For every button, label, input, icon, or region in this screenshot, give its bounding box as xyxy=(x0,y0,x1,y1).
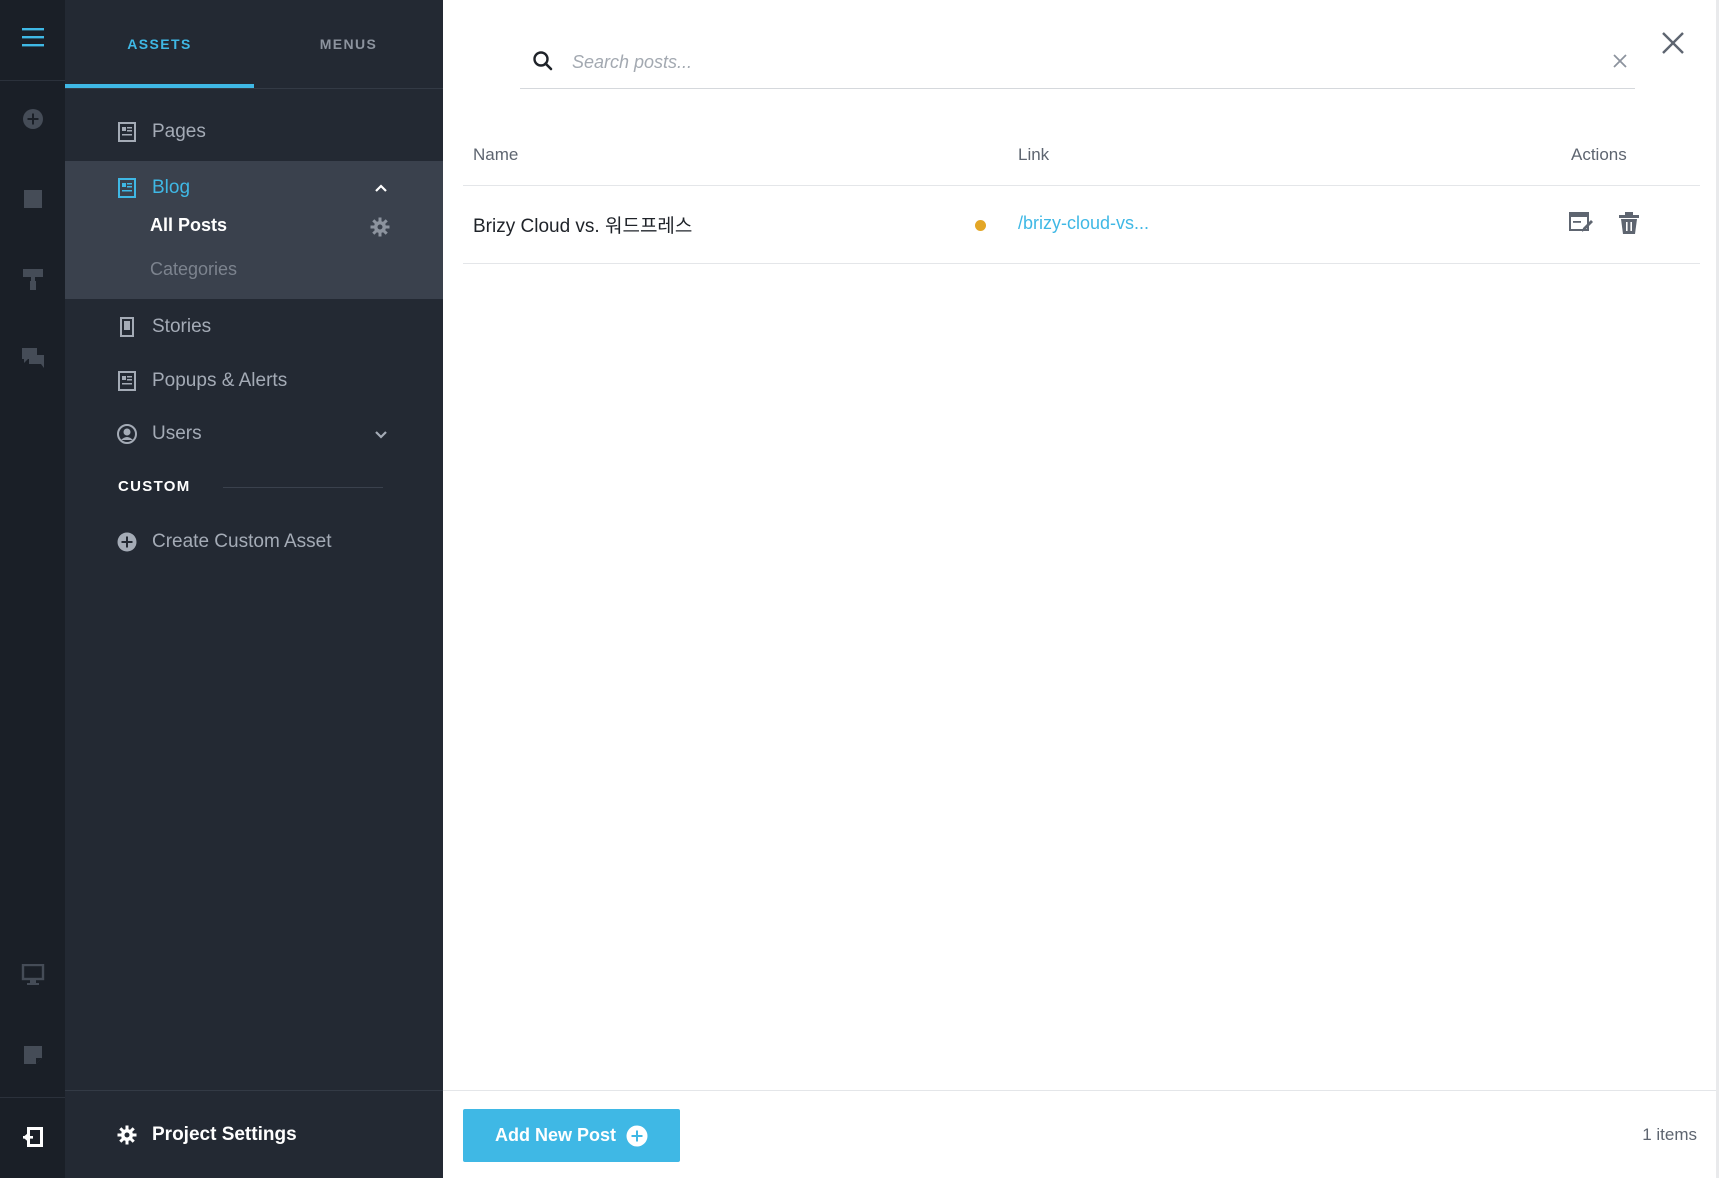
close-icon[interactable] xyxy=(1658,28,1688,58)
blog-section: Blog All Posts Categories xyxy=(65,161,443,299)
chevron-down-icon[interactable] xyxy=(373,426,389,442)
sidebar-item-blog[interactable]: Blog xyxy=(65,161,443,215)
desktop-icon[interactable] xyxy=(20,962,46,988)
sidebar-item-label: Create Custom Asset xyxy=(152,531,332,552)
tab-menus[interactable]: MENUS xyxy=(254,0,443,88)
clear-search-icon[interactable] xyxy=(1611,52,1629,70)
sidebar-item-users[interactable]: Users xyxy=(65,407,443,461)
sidebar-item-label: Pages xyxy=(152,121,206,142)
phone-icon xyxy=(120,317,134,337)
page-icon xyxy=(118,122,136,142)
sidebar-subitem-categories[interactable]: Categories xyxy=(150,259,237,280)
panel-footer: Project Settings xyxy=(65,1090,443,1179)
divider xyxy=(463,185,1700,186)
add-circle-icon xyxy=(117,532,137,552)
sidebar-item-label: Blog xyxy=(152,177,191,198)
sidebar-item-pages[interactable]: Pages xyxy=(65,105,443,159)
exit-icon[interactable] xyxy=(20,1124,46,1150)
column-header-name: Name xyxy=(473,145,519,164)
sidebar-subitem-all-posts[interactable]: All Posts xyxy=(150,215,227,236)
create-custom-asset-button[interactable]: Create Custom Asset xyxy=(65,515,443,569)
chevron-up-icon[interactable] xyxy=(373,180,389,196)
rail-top xyxy=(0,0,65,81)
search-input[interactable] xyxy=(570,46,1574,78)
sidebar-item-label: Popups & Alerts xyxy=(152,370,288,391)
sidebar-item-label: Users xyxy=(152,423,202,444)
gear-icon xyxy=(117,1125,137,1145)
active-tab-indicator xyxy=(65,84,254,88)
main-footer: Add New Post 1 items xyxy=(443,1090,1719,1179)
posts-main: Name Link Actions Brizy Cloud vs. 워드프레스 … xyxy=(443,0,1719,1178)
tab-assets[interactable]: ASSETS xyxy=(65,0,254,88)
divider xyxy=(463,263,1700,264)
assets-panel: ASSETS MENUS Pages Blog All Posts Catego… xyxy=(65,0,443,1178)
project-settings-button[interactable]: Project Settings xyxy=(65,1108,443,1162)
add-new-post-button[interactable]: Add New Post xyxy=(463,1109,680,1162)
sidebar-item-label: Stories xyxy=(152,316,212,337)
column-header-actions: Actions xyxy=(1571,145,1627,164)
panel-tabs: ASSETS MENUS xyxy=(65,0,443,89)
add-new-post-label: Add New Post xyxy=(494,1125,616,1145)
page-icon[interactable] xyxy=(20,186,46,212)
comments-icon[interactable] xyxy=(20,345,46,371)
rail-bottom xyxy=(0,1097,65,1179)
custom-heading: CUSTOM xyxy=(118,478,191,495)
gear-icon[interactable] xyxy=(370,217,390,237)
project-settings-label: Project Settings xyxy=(152,1124,297,1145)
delete-icon[interactable] xyxy=(1616,210,1642,236)
hamburger-icon[interactable] xyxy=(20,24,46,50)
note-icon[interactable] xyxy=(20,1042,46,1068)
add-circle-icon xyxy=(626,1125,648,1146)
blog-icon xyxy=(118,178,136,198)
search-icon xyxy=(533,51,553,71)
paint-roller-icon[interactable] xyxy=(20,266,46,292)
items-count: 1 items xyxy=(1642,1125,1697,1144)
search-bar xyxy=(520,36,1635,89)
page-icon xyxy=(118,371,136,391)
sidebar-item-stories[interactable]: Stories xyxy=(65,300,443,354)
add-circle-icon[interactable] xyxy=(20,106,46,132)
divider xyxy=(223,487,383,488)
user-circle-icon xyxy=(117,424,137,444)
status-dot xyxy=(975,220,986,231)
column-header-link: Link xyxy=(1018,145,1050,164)
sidebar-item-popups[interactable]: Popups & Alerts xyxy=(65,354,443,408)
icon-rail xyxy=(0,0,65,1178)
post-name: Brizy Cloud vs. 워드프레스 xyxy=(473,216,693,237)
edit-icon[interactable] xyxy=(1568,210,1594,236)
post-link[interactable]: /brizy-cloud-vs... xyxy=(1018,213,1149,234)
